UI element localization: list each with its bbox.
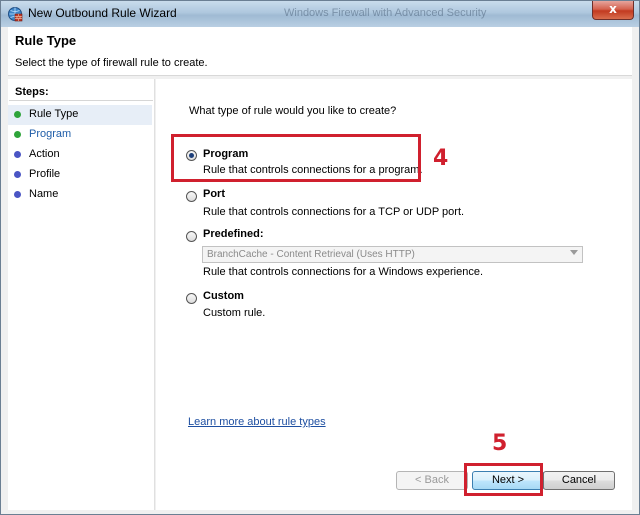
custom-option-label[interactable]: Custom [203,290,244,302]
step-name[interactable]: Name [8,185,152,205]
chevron-down-icon [570,250,578,255]
predefined-option-label[interactable]: Predefined: [203,228,264,240]
page-subtitle: Select the type of firewall rule to crea… [15,57,208,69]
predefined-dropdown-value: BranchCache - Content Retrieval (Uses HT… [207,249,415,260]
step-program[interactable]: Program [8,125,152,145]
step-label: Rule Type [29,108,79,120]
predefined-option-description: Rule that controls connections for a Win… [203,266,484,278]
annotation-number-5: 5 [492,431,508,456]
port-option-description: Rule that controls connections for a TCP… [203,206,465,218]
wizard-window: New Outbound Rule Wizard Windows Firewal… [0,0,640,515]
predefined-radio[interactable] [186,231,197,242]
rule-type-question: What type of rule would you like to crea… [189,105,397,117]
close-icon: x [609,2,617,16]
custom-radio[interactable] [186,293,197,304]
predefined-dropdown[interactable]: BranchCache - Content Retrieval (Uses HT… [202,246,583,263]
step-label: Profile [29,168,61,180]
port-radio[interactable] [186,191,197,202]
step-label: Name [29,188,59,200]
close-button[interactable]: x [592,1,634,20]
annotation-number-4: 4 [433,146,449,171]
window-title: New Outbound Rule Wizard [28,6,177,20]
steps-heading: Steps: [15,86,49,98]
step-rule-type[interactable]: Rule Type [8,105,152,125]
step-dot-icon [14,191,21,198]
step-complete-dot-icon [14,111,21,118]
annotation-highlight-program [171,134,421,182]
page-title: Rule Type [15,33,77,48]
wizard-header: Rule Type Select the type of firewall ru… [8,27,632,76]
step-dot-icon [14,151,21,158]
steps-divider [9,100,153,101]
step-dot-icon [14,131,21,138]
step-label: Program [29,128,72,140]
step-profile[interactable]: Profile [8,165,152,185]
background-window-title: Windows Firewall with Advanced Security [284,7,487,19]
step-action[interactable]: Action [8,145,152,165]
step-label: Action [29,148,60,160]
cancel-button[interactable]: Cancel [543,471,615,490]
title-bar[interactable]: New Outbound Rule Wizard Windows Firewal… [1,1,639,27]
custom-option-description: Custom rule. [203,307,266,319]
annotation-highlight-next [464,463,543,496]
port-option-label[interactable]: Port [203,188,225,200]
step-dot-icon [14,171,21,178]
learn-more-link[interactable]: Learn more about rule types [188,416,326,428]
back-button[interactable]: < Back [396,471,468,490]
firewall-icon [8,7,23,22]
steps-pane: Steps: Rule Type Program Action Profile … [8,79,155,510]
